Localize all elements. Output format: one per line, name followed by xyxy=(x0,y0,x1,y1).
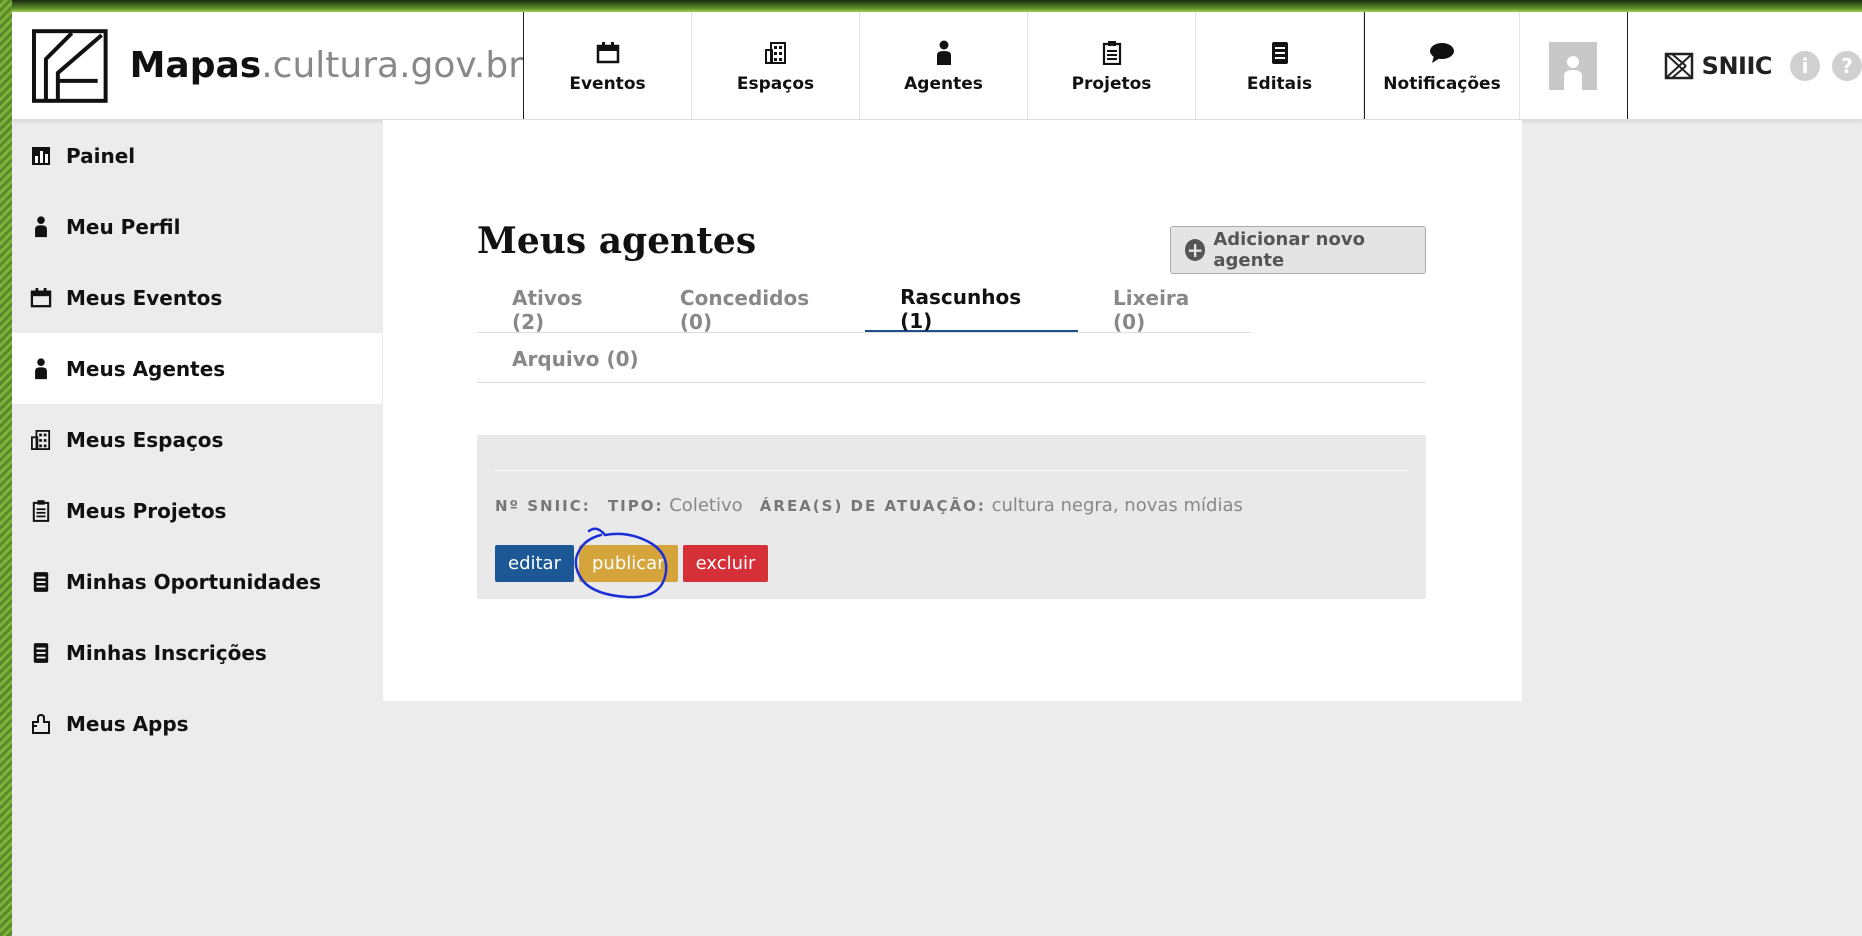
page-title: Meus agentes xyxy=(477,220,757,262)
mapas-logo-icon xyxy=(32,28,108,103)
agent-actions: editar publicar excluir xyxy=(495,545,769,582)
sidebar-item-label: Minhas Inscrições xyxy=(66,640,267,665)
areas-value: cultura negra, novas mídias xyxy=(991,495,1243,516)
agent-meta: Nº SNIIC: TIPO: Coletivo ÁREA(S) DE ATUA… xyxy=(495,495,1243,516)
sidebar-item-label: Meu Perfil xyxy=(66,214,181,239)
calendar-icon xyxy=(30,287,52,309)
clipboard-icon xyxy=(1102,38,1122,68)
sidebar-item-label: Painel xyxy=(66,143,136,168)
info-icon[interactable]: i xyxy=(1790,50,1820,81)
sniic-area: SNIIC i ? xyxy=(1628,12,1862,119)
document-icon xyxy=(30,571,52,593)
sidebar-item-label: Meus Espaços xyxy=(66,427,224,452)
tab-ativos[interactable]: Ativos (2) xyxy=(477,286,645,334)
tab-lixeira[interactable]: Lixeira (0) xyxy=(1078,286,1251,334)
person-icon xyxy=(30,215,52,238)
areas-label: ÁREA(S) DE ATUAÇÃO: xyxy=(759,497,986,515)
chart-icon xyxy=(30,145,52,167)
brand-name: Mapas xyxy=(129,45,262,86)
top-header: Mapas .cultura.gov.br Eventos Espaços Age… xyxy=(12,12,1862,120)
tab-rascunhos[interactable]: Rascunhos (1) xyxy=(865,285,1079,333)
nav-label: Editais xyxy=(1246,73,1313,94)
help-icon[interactable]: ? xyxy=(1832,50,1862,81)
sidebar-item-minhas-oportunidades[interactable]: Minhas Oportunidades xyxy=(12,546,382,617)
sidebar-item-meus-agentes[interactable]: Meus Agentes xyxy=(12,333,382,404)
nav-notificacoes[interactable]: Notificações xyxy=(1364,12,1520,119)
sidebar-item-label: Meus Eventos xyxy=(66,285,223,310)
sidebar-item-meu-perfil[interactable]: Meu Perfil xyxy=(12,191,382,262)
publish-button[interactable]: publicar xyxy=(579,545,678,582)
clipboard-icon xyxy=(30,499,52,522)
brand-domain: .cultura.gov.br xyxy=(261,45,523,86)
delete-button[interactable]: excluir xyxy=(682,545,769,582)
sniic-logo-icon xyxy=(1664,52,1693,79)
plus-circle-icon: + xyxy=(1185,238,1206,262)
tabs: Ativos (2) Concedidos (0) Rascunhos (1) … xyxy=(477,285,1251,334)
nav-espacos[interactable]: Espaços xyxy=(692,12,860,119)
agent-card: Nº SNIIC: TIPO: Coletivo ÁREA(S) DE ATUA… xyxy=(477,435,1426,599)
tab-concedidos[interactable]: Concedidos (0) xyxy=(645,286,865,334)
sidebar-item-label: Meus Agentes xyxy=(66,356,226,381)
edit-button[interactable]: editar xyxy=(495,545,574,582)
avatar[interactable] xyxy=(1549,41,1598,90)
sidebar-item-label: Meus Projetos xyxy=(66,498,227,523)
sidebar-item-meus-eventos[interactable]: Meus Eventos xyxy=(12,262,382,333)
tipo-label: TIPO: xyxy=(607,497,664,515)
nav-eventos[interactable]: Eventos xyxy=(524,12,692,119)
sidebar-item-minhas-inscricoes[interactable]: Minhas Inscrições xyxy=(12,617,382,688)
brand[interactable]: Mapas .cultura.gov.br xyxy=(12,12,524,119)
sniic-number-label: Nº SNIIC: xyxy=(495,497,591,515)
person-icon xyxy=(1564,55,1583,90)
tipo-value: Coletivo xyxy=(669,495,743,516)
nav-projetos[interactable]: Projetos xyxy=(1028,12,1196,119)
window-frame-left xyxy=(0,0,12,936)
nav-label: Projetos xyxy=(1071,73,1152,94)
sidebar-item-meus-projetos[interactable]: Meus Projetos xyxy=(12,475,382,546)
sidebar-item-meus-apps[interactable]: Meus Apps xyxy=(12,688,382,759)
nav-agentes[interactable]: Agentes xyxy=(860,12,1028,119)
person-icon xyxy=(936,38,952,68)
nav-label: Notificações xyxy=(1383,73,1501,94)
speech-bubble-icon xyxy=(1429,38,1455,68)
main-panel: Meus agentes + Adicionar novo agente Ati… xyxy=(383,120,1522,701)
sidebar-item-meus-espacos[interactable]: Meus Espaços xyxy=(12,404,382,475)
puzzle-icon xyxy=(30,713,52,735)
sniic-label[interactable]: SNIIC xyxy=(1702,52,1773,80)
document-icon xyxy=(30,642,52,664)
tabs-row-2: Arquivo (0) xyxy=(477,335,1426,383)
nav-label: Agentes xyxy=(904,73,983,94)
person-icon xyxy=(30,357,52,380)
app: Mapas .cultura.gov.br Eventos Espaços Age… xyxy=(12,12,1862,936)
window-frame-top xyxy=(0,0,1862,12)
add-agent-button[interactable]: + Adicionar novo agente xyxy=(1170,226,1426,274)
user-menu[interactable] xyxy=(1520,12,1628,119)
document-icon xyxy=(1270,38,1290,68)
nav-label: Eventos xyxy=(569,73,646,94)
building-icon xyxy=(764,38,787,68)
main-nav: Eventos Espaços Agentes Projetos Editais… xyxy=(524,12,1520,119)
building-icon xyxy=(30,429,52,451)
nav-label: Espaços xyxy=(736,73,815,94)
sidebar-item-label: Minhas Oportunidades xyxy=(66,569,322,594)
calendar-icon xyxy=(596,38,620,68)
sidebar-item-label: Meus Apps xyxy=(66,711,189,736)
divider xyxy=(495,470,1408,471)
sidebar: Painel Meu Perfil Meus Eventos Meus Agen… xyxy=(12,120,382,759)
nav-editais[interactable]: Editais xyxy=(1196,12,1364,119)
sidebar-item-painel[interactable]: Painel xyxy=(12,120,382,191)
add-agent-label: Adicionar novo agente xyxy=(1213,229,1365,271)
tab-arquivo[interactable]: Arquivo (0) xyxy=(477,335,674,382)
